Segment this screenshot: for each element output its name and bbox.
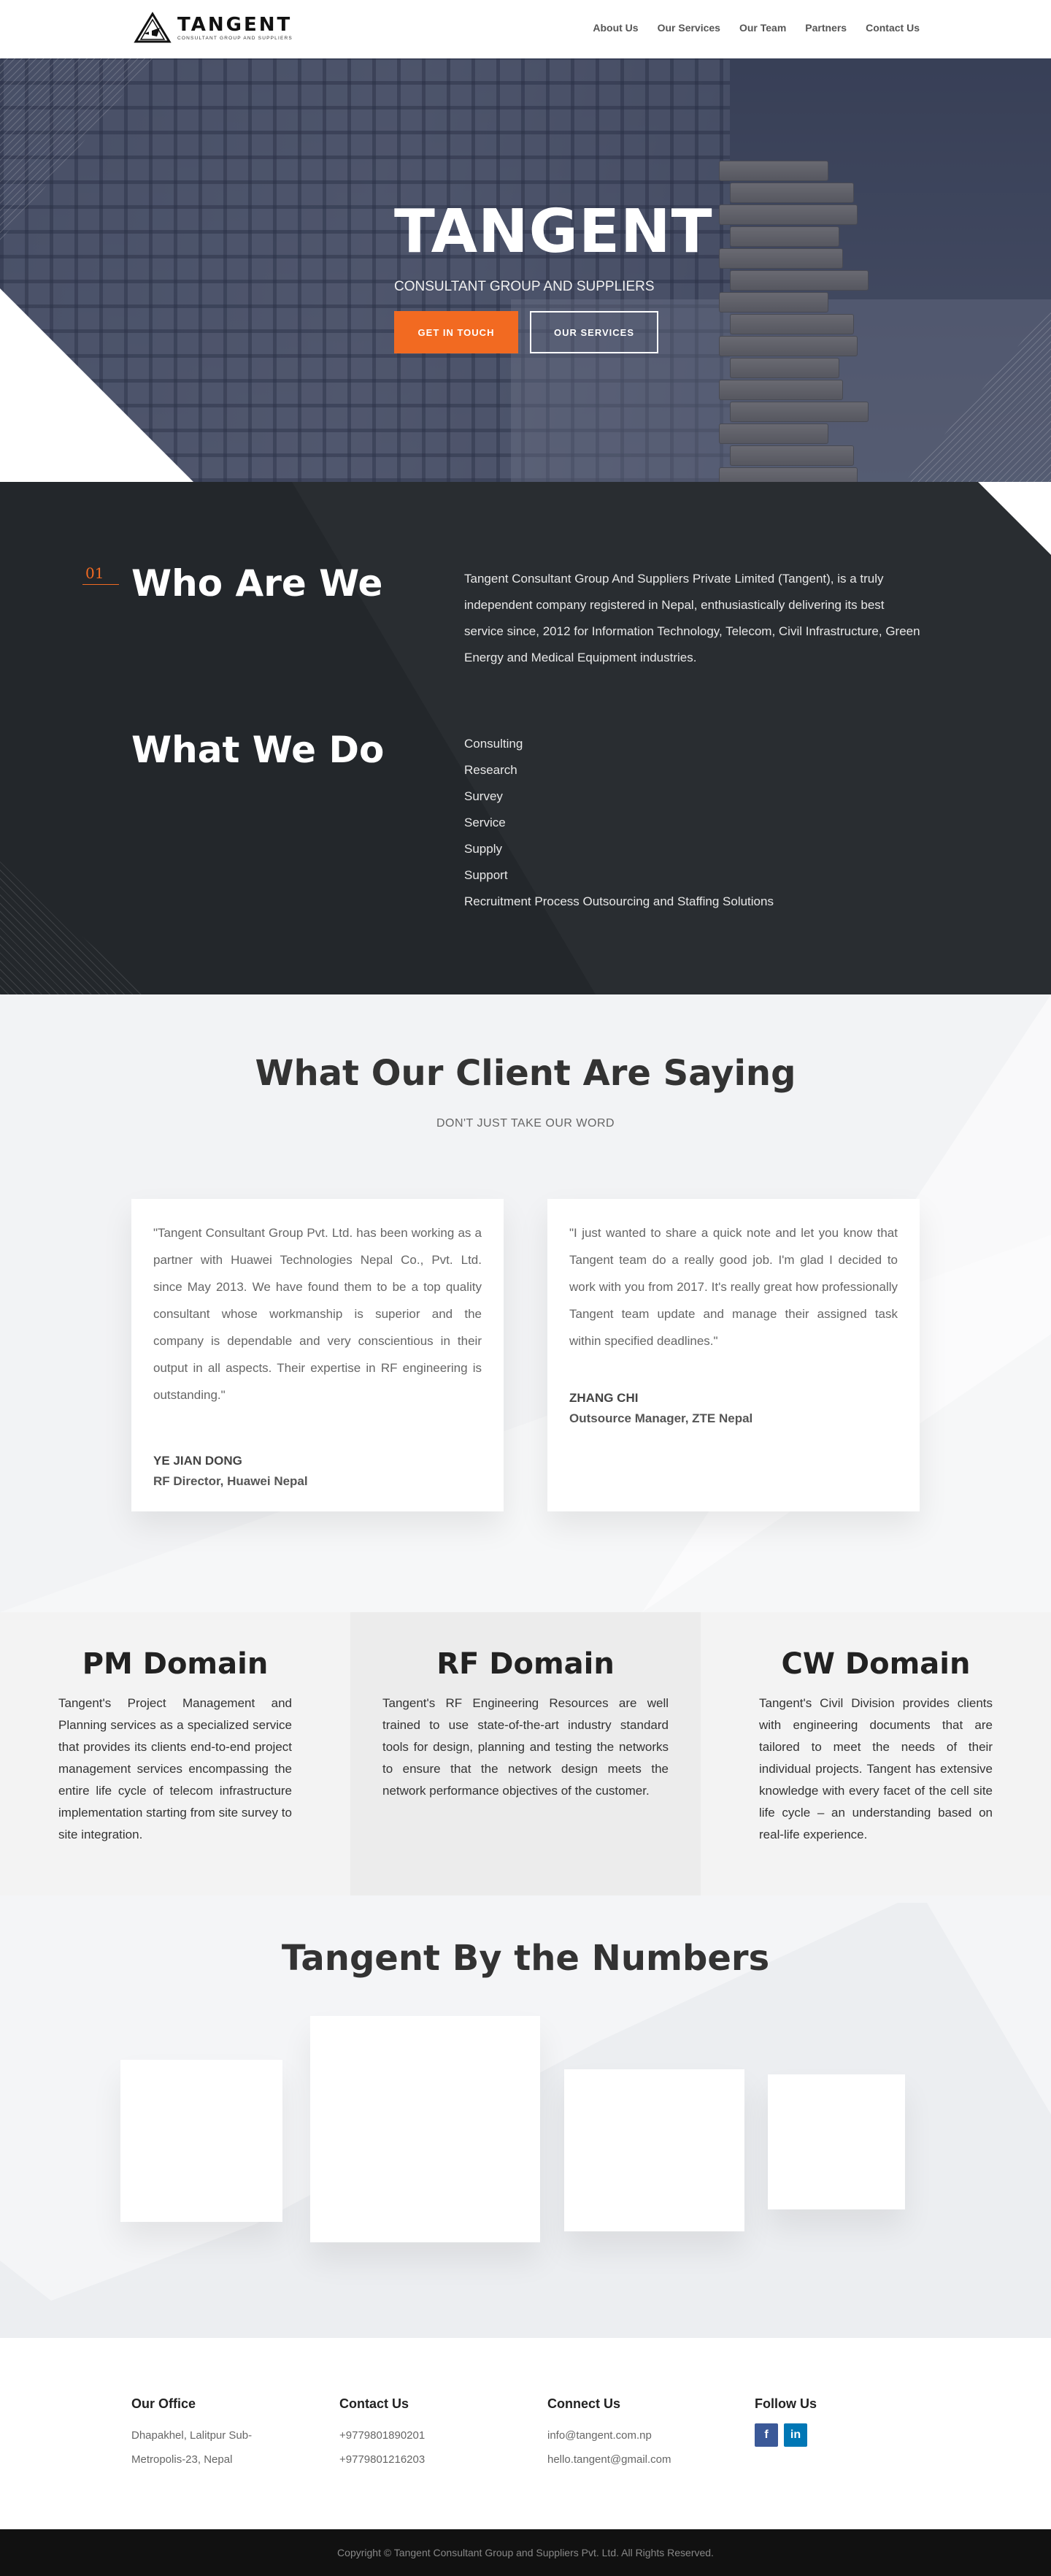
list-item: Recruitment Process Outsourcing and Staf… [464, 894, 774, 908]
testimonial-role: Outsource Manager, ZTE Nepal [569, 1411, 753, 1425]
domains-section: PM Domain Tangent's Project Management a… [0, 1612, 1051, 1895]
who-are-we-text: Tangent Consultant Group And Suppliers P… [464, 572, 920, 664]
list-item: Research [464, 763, 517, 777]
footer-phone[interactable]: +9779801216203 [339, 2447, 425, 2472]
footer-address-line: Dhapakhel, Lalitpur Sub- [131, 2429, 253, 2442]
domain-title: CW Domain [781, 1647, 971, 1681]
about-section: 01 Who Are We Tangent Consultant Group A… [0, 482, 1051, 994]
testimonials-title: What Our Client Are Saying [255, 1053, 796, 1094]
testimonial-name: YE JIAN DONG [153, 1454, 242, 1468]
pm-domain-panel: PM Domain Tangent's Project Management a… [0, 1612, 350, 1895]
logo-mark-icon [134, 12, 172, 43]
section-number-line [82, 584, 119, 585]
site-footer: Our Office Dhapakhel, Lalitpur Sub- Metr… [0, 2338, 1051, 2529]
stat-box [564, 2069, 744, 2231]
list-item: Consulting [464, 737, 523, 751]
footer-contact: Contact Us +9779801890201 +9779801216203 [339, 2396, 425, 2472]
domain-title: RF Domain [436, 1647, 615, 1681]
footer-email[interactable]: hello.tangent@gmail.com [547, 2447, 671, 2472]
what-we-do-title: What We Do [131, 729, 385, 771]
domain-title: PM Domain [82, 1647, 269, 1681]
footer-heading: Follow Us [755, 2396, 817, 2411]
testimonials-section: What Our Client Are Saying DON'T JUST TA… [0, 994, 1051, 1612]
testimonials-subtitle: DON'T JUST TAKE OUR WORD [436, 1117, 615, 1130]
copyright-bar: Copyright © Tangent Consultant Group and… [0, 2529, 1051, 2576]
testimonial-card: "I just wanted to share a quick note and… [547, 1199, 920, 1511]
list-item: Supply [464, 842, 502, 856]
nav-contact-us[interactable]: Contact Us [866, 22, 920, 34]
stat-box [310, 2016, 540, 2242]
list-item: Service [464, 816, 506, 829]
cw-domain-panel: CW Domain Tangent's Civil Division provi… [701, 1612, 1051, 1895]
hero-title: TANGENT [394, 197, 713, 267]
hero-content: TANGENT CONSULTANT GROUP AND SUPPLIERS G… [394, 197, 713, 353]
numbers-title: Tangent By the Numbers [281, 1938, 770, 1979]
about-hatch-decoration [0, 862, 146, 994]
domain-text: Tangent's RF Engineering Resources are w… [382, 1696, 669, 1798]
logo-name: TANGENT [177, 14, 293, 36]
stat-box [120, 2060, 282, 2222]
nav-about-us[interactable]: About Us [593, 22, 638, 34]
footer-follow: Follow Us f in [755, 2396, 817, 2447]
main-nav: About Us Our Services Our Team Partners … [593, 22, 920, 34]
section-number: 01 [85, 564, 104, 582]
testimonial-quote: "I just wanted to share a quick note and… [569, 1226, 898, 1348]
facebook-icon[interactable]: f [755, 2423, 778, 2447]
footer-email[interactable]: info@tangent.com.np [547, 2423, 671, 2447]
get-in-touch-button[interactable]: GET IN TOUCH [394, 311, 518, 353]
who-are-we-title: Who Are We [131, 562, 383, 605]
site-header: TANGENT CONSULTANT GROUP AND SUPPLIERS A… [0, 0, 1051, 58]
testimonial-name: ZHANG CHI [569, 1391, 639, 1405]
nav-our-team[interactable]: Our Team [739, 22, 786, 34]
footer-phone[interactable]: +9779801890201 [339, 2423, 425, 2447]
hero-subtitle: CONSULTANT GROUP AND SUPPLIERS [394, 279, 655, 294]
nav-partners[interactable]: Partners [805, 22, 847, 34]
footer-office: Our Office Dhapakhel, Lalitpur Sub- Metr… [131, 2396, 252, 2472]
stat-box [768, 2074, 905, 2209]
hero-section: TANGENT CONSULTANT GROUP AND SUPPLIERS G… [0, 58, 1051, 482]
logo-tagline: CONSULTANT GROUP AND SUPPLIERS [177, 36, 293, 41]
list-item: Survey [464, 789, 503, 803]
domain-text: Tangent's Civil Division provides client… [759, 1696, 993, 1841]
testimonial-quote: "Tangent Consultant Group Pvt. Ltd. has … [153, 1226, 482, 1402]
list-item: Support [464, 868, 508, 882]
footer-address-line: Metropolis-23, Nepal [131, 2453, 233, 2466]
our-services-button[interactable]: OUR SERVICES [530, 311, 658, 353]
testimonial-role: RF Director, Huawei Nepal [153, 1474, 308, 1488]
testimonial-card: "Tangent Consultant Group Pvt. Ltd. has … [131, 1199, 504, 1511]
domain-text: Tangent's Project Management and Plannin… [58, 1696, 292, 1841]
footer-heading: Our Office [131, 2396, 196, 2411]
nav-our-services[interactable]: Our Services [658, 22, 720, 34]
rf-domain-panel: RF Domain Tangent's RF Engineering Resou… [350, 1612, 701, 1895]
numbers-section: Tangent By the Numbers [0, 1895, 1051, 2338]
linkedin-icon[interactable]: in [784, 2423, 807, 2447]
footer-heading: Contact Us [339, 2396, 409, 2411]
what-we-do-list: Consulting Research Survey Service Suppl… [464, 731, 774, 915]
footer-heading: Connect Us [547, 2396, 621, 2411]
footer-connect: Connect Us info@tangent.com.np hello.tan… [547, 2396, 671, 2472]
logo[interactable]: TANGENT CONSULTANT GROUP AND SUPPLIERS [134, 12, 293, 44]
